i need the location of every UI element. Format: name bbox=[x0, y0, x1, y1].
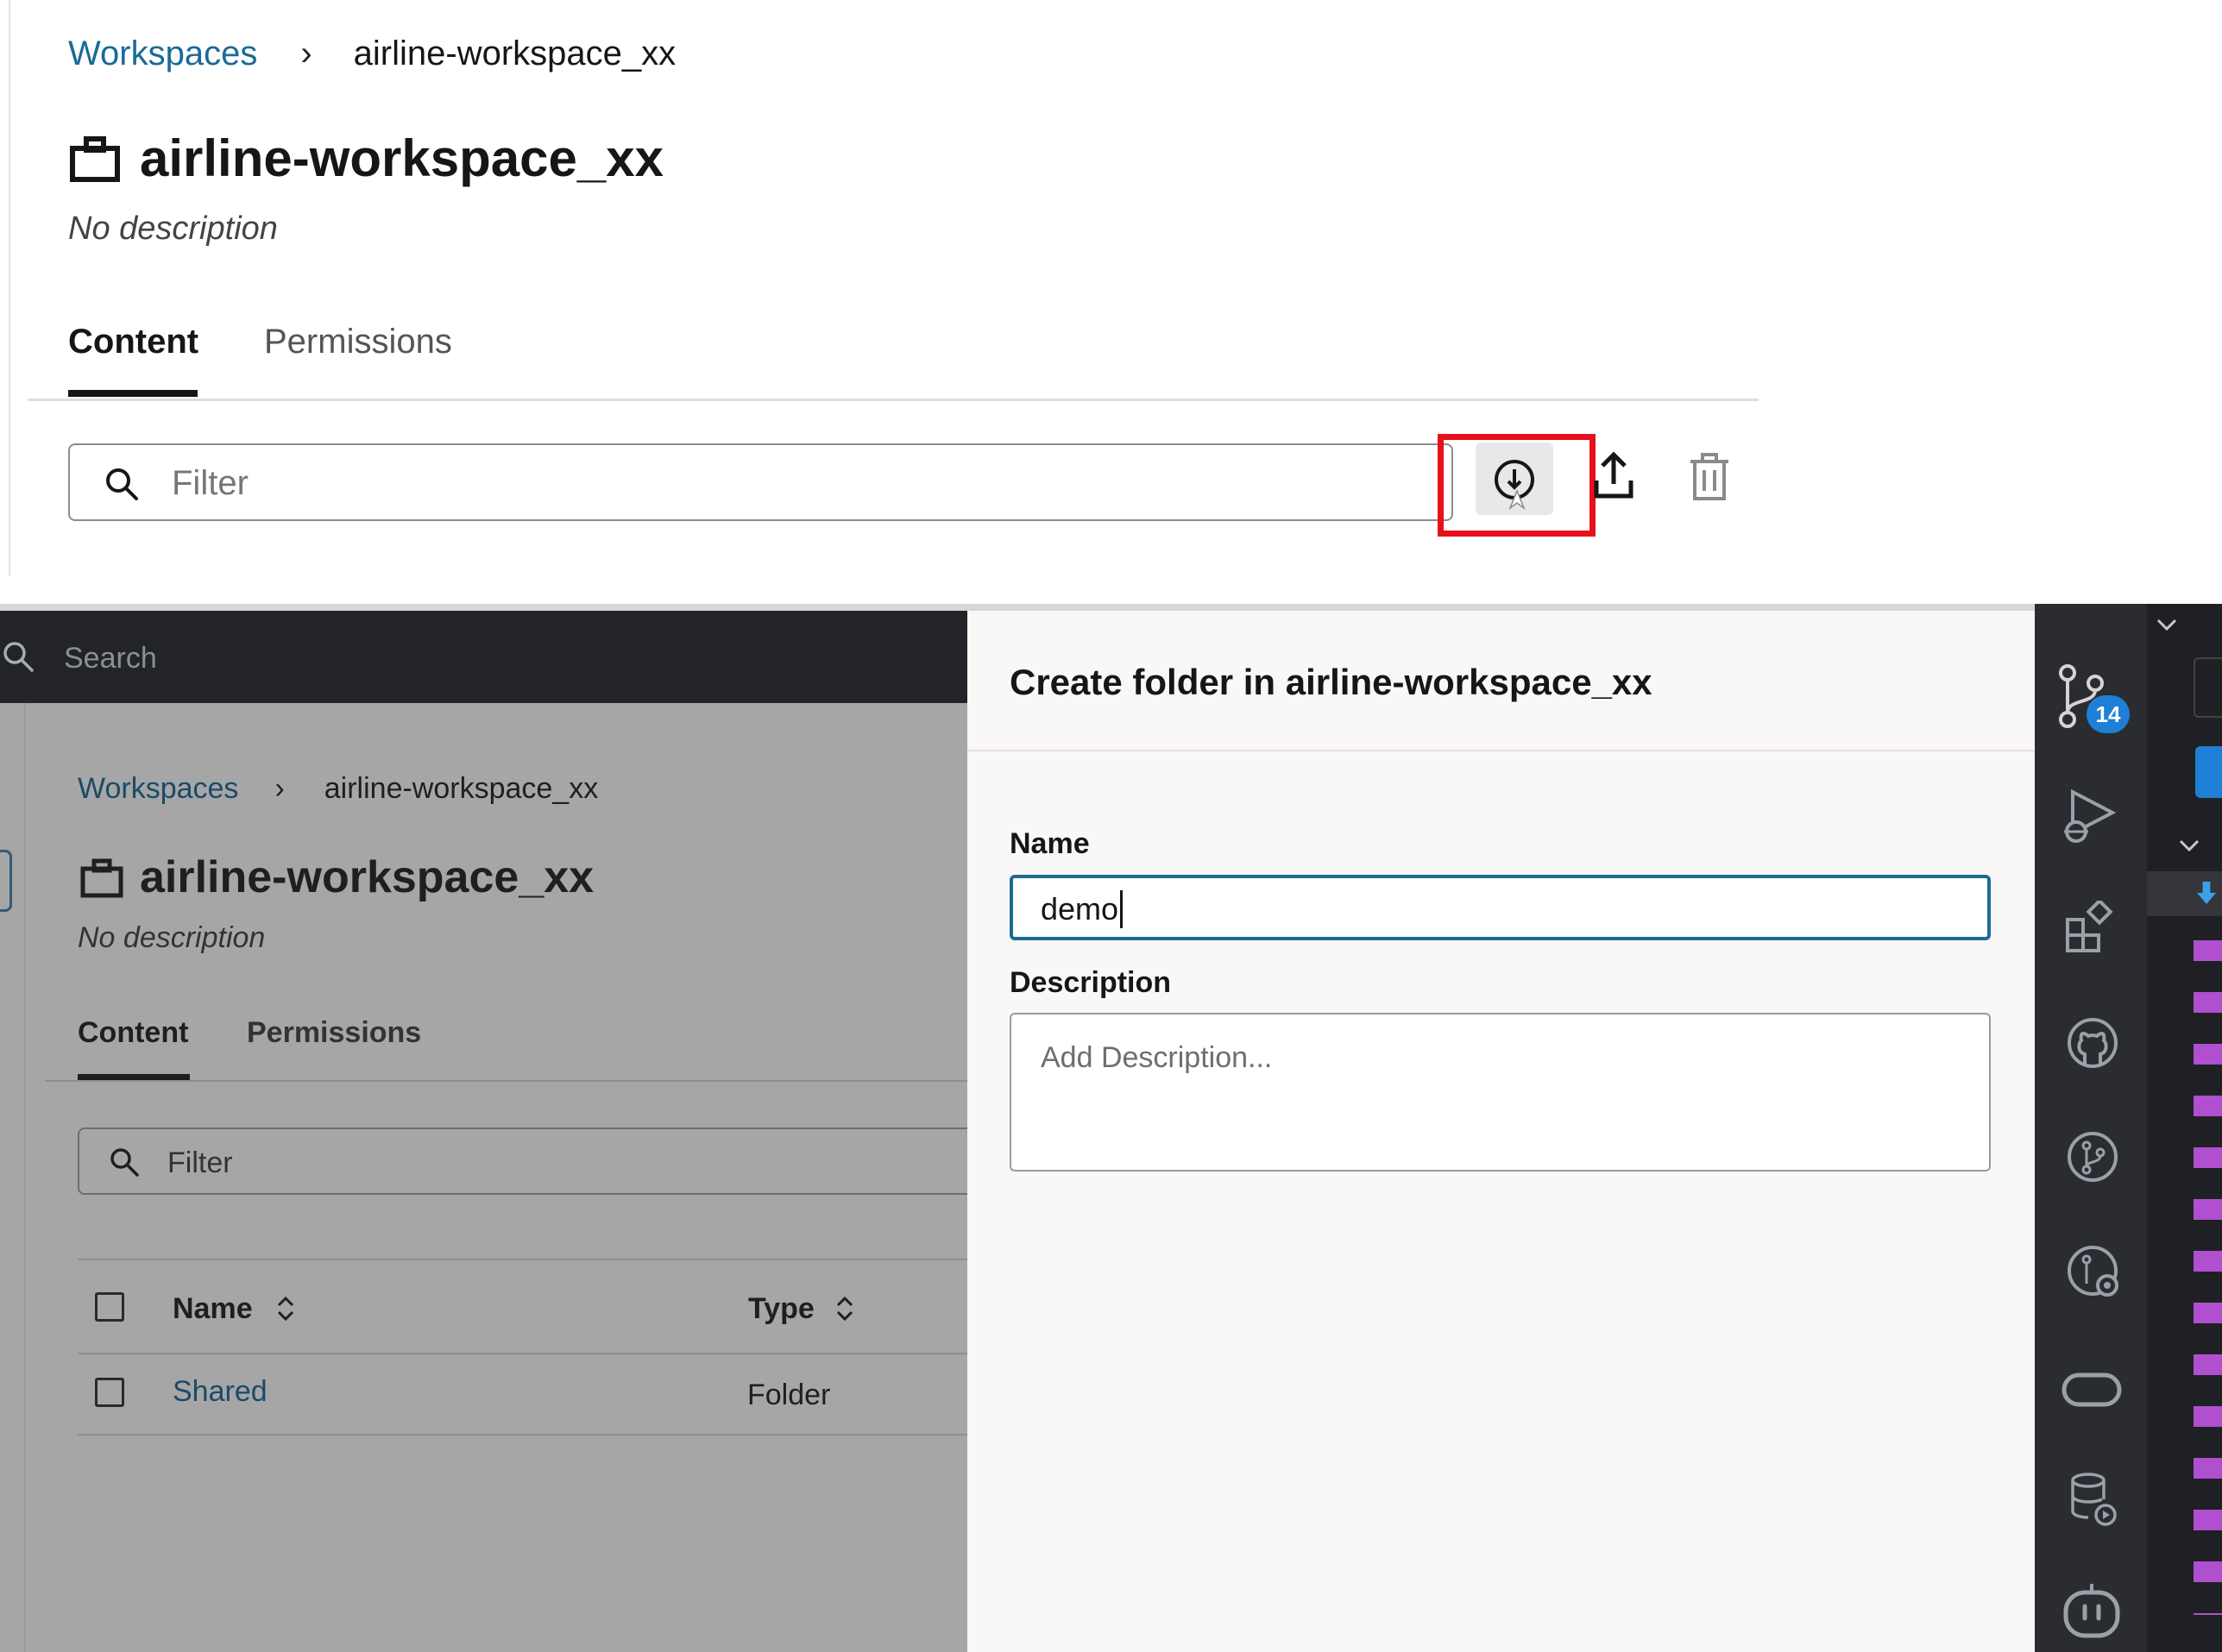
sort-icon[interactable] bbox=[274, 1293, 297, 1324]
workspace-briefcase-icon bbox=[70, 136, 120, 182]
top-panel: Workspaces › airline-workspace_xx airlin… bbox=[0, 0, 2222, 578]
upload-icon[interactable] bbox=[1593, 451, 1634, 501]
table-header-rule bbox=[78, 1353, 967, 1354]
database-icon[interactable] bbox=[2068, 1472, 2119, 1529]
search-icon bbox=[110, 1148, 139, 1177]
folder-name-value: demo bbox=[1041, 891, 1119, 927]
breadcrumb-separator: › bbox=[274, 772, 285, 805]
chevron-down-icon[interactable] bbox=[2156, 616, 2178, 633]
breadcrumb-current: airline-workspace_xx bbox=[324, 772, 599, 805]
primary-action-button[interactable] bbox=[2195, 746, 2222, 798]
filter-placeholder: Filter bbox=[167, 1146, 233, 1179]
git-graph-icon[interactable] bbox=[2066, 1244, 2123, 1301]
trash-icon[interactable] bbox=[1689, 453, 1730, 501]
overlay-background-page: Workspaces › airline-workspace_xx airlin… bbox=[0, 703, 992, 1652]
github-icon[interactable] bbox=[2066, 1016, 2119, 1070]
breadcrumb: Workspaces › airline-workspace_xx bbox=[78, 769, 598, 807]
side-handle bbox=[0, 850, 12, 912]
sort-icon[interactable] bbox=[834, 1293, 856, 1324]
description-placeholder: Add Description... bbox=[1041, 1041, 1273, 1074]
left-border bbox=[9, 0, 10, 576]
tab-permissions[interactable]: Permissions bbox=[247, 1014, 421, 1052]
arrow-down-icon bbox=[2197, 882, 2216, 904]
left-rule bbox=[24, 703, 26, 1652]
global-search-bar[interactable]: Search bbox=[0, 611, 967, 703]
selected-file-row[interactable] bbox=[2147, 871, 2222, 916]
column-header-name[interactable]: Name bbox=[173, 1290, 253, 1328]
search-icon bbox=[3, 642, 34, 672]
tab-content[interactable]: Content bbox=[68, 319, 198, 364]
tabs-divider bbox=[28, 399, 1759, 401]
breadcrumb-current: airline-workspace_xx bbox=[353, 34, 677, 72]
breadcrumb-workspaces-link[interactable]: Workspaces bbox=[78, 769, 238, 807]
copilot-icon[interactable] bbox=[2061, 1580, 2123, 1641]
column-header-type[interactable]: Type bbox=[748, 1290, 815, 1328]
run-debug-icon[interactable] bbox=[2061, 785, 2121, 845]
page-description: No description bbox=[78, 921, 266, 954]
folder-name-input[interactable]: demo bbox=[1010, 875, 1991, 940]
activity-bar: 14 bbox=[2035, 604, 2147, 1652]
filter-placeholder: Filter bbox=[172, 464, 249, 502]
text-caret bbox=[1120, 890, 1123, 928]
table-row-type: Folder bbox=[747, 1379, 831, 1411]
search-placeholder: Search bbox=[64, 642, 157, 675]
git-branch-icon[interactable] bbox=[2066, 1130, 2119, 1184]
table-row-name-link[interactable]: Shared bbox=[173, 1372, 268, 1410]
filter-input[interactable]: Filter bbox=[78, 1128, 992, 1195]
app-window: Search Workspaces › airline-workspace_xx… bbox=[0, 604, 2222, 1652]
tab-content-underline bbox=[78, 1074, 190, 1080]
search-icon bbox=[106, 468, 138, 500]
breadcrumb: Workspaces › airline-workspace_xx bbox=[68, 31, 676, 76]
description-textarea[interactable]: Add Description... bbox=[1010, 1013, 1991, 1171]
workspace-briefcase-icon bbox=[80, 858, 123, 898]
file-list bbox=[2194, 925, 2222, 1615]
filter-input[interactable]: Filter bbox=[68, 443, 1453, 521]
table-row-rule bbox=[78, 1434, 967, 1435]
row-checkbox[interactable] bbox=[95, 1378, 124, 1407]
tab-content-underline bbox=[68, 390, 198, 397]
highlight-box bbox=[1438, 434, 1596, 537]
section-divider bbox=[0, 604, 2222, 611]
select-all-checkbox[interactable] bbox=[95, 1292, 124, 1322]
page-title: airline-workspace_xx bbox=[140, 129, 664, 187]
extensions-icon[interactable] bbox=[2064, 901, 2119, 956]
dialog-title: Create folder in airline-workspace_xx bbox=[1010, 662, 1652, 702]
description-label: Description bbox=[1010, 966, 1172, 999]
page-title: airline-workspace_xx bbox=[140, 852, 595, 902]
panel-button[interactable] bbox=[2194, 657, 2222, 718]
tab-content[interactable]: Content bbox=[78, 1014, 188, 1052]
source-control-badge: 14 bbox=[2087, 695, 2130, 733]
page-description: No description bbox=[68, 210, 278, 247]
source-control-button[interactable]: 14 bbox=[2055, 664, 2130, 737]
table-top-rule bbox=[78, 1259, 967, 1260]
remote-icon[interactable] bbox=[2061, 1370, 2123, 1410]
chevron-down-icon[interactable] bbox=[2178, 837, 2200, 854]
tab-permissions[interactable]: Permissions bbox=[264, 319, 452, 364]
name-label: Name bbox=[1010, 827, 1090, 860]
tabs-divider bbox=[45, 1080, 967, 1082]
breadcrumb-separator: › bbox=[300, 34, 312, 72]
create-folder-dialog: Create folder in airline-workspace_xx Na… bbox=[967, 611, 2035, 1652]
dialog-header: Create folder in airline-workspace_xx bbox=[967, 611, 2035, 751]
side-panel bbox=[2147, 604, 2222, 1652]
breadcrumb-workspaces-link[interactable]: Workspaces bbox=[68, 35, 257, 73]
